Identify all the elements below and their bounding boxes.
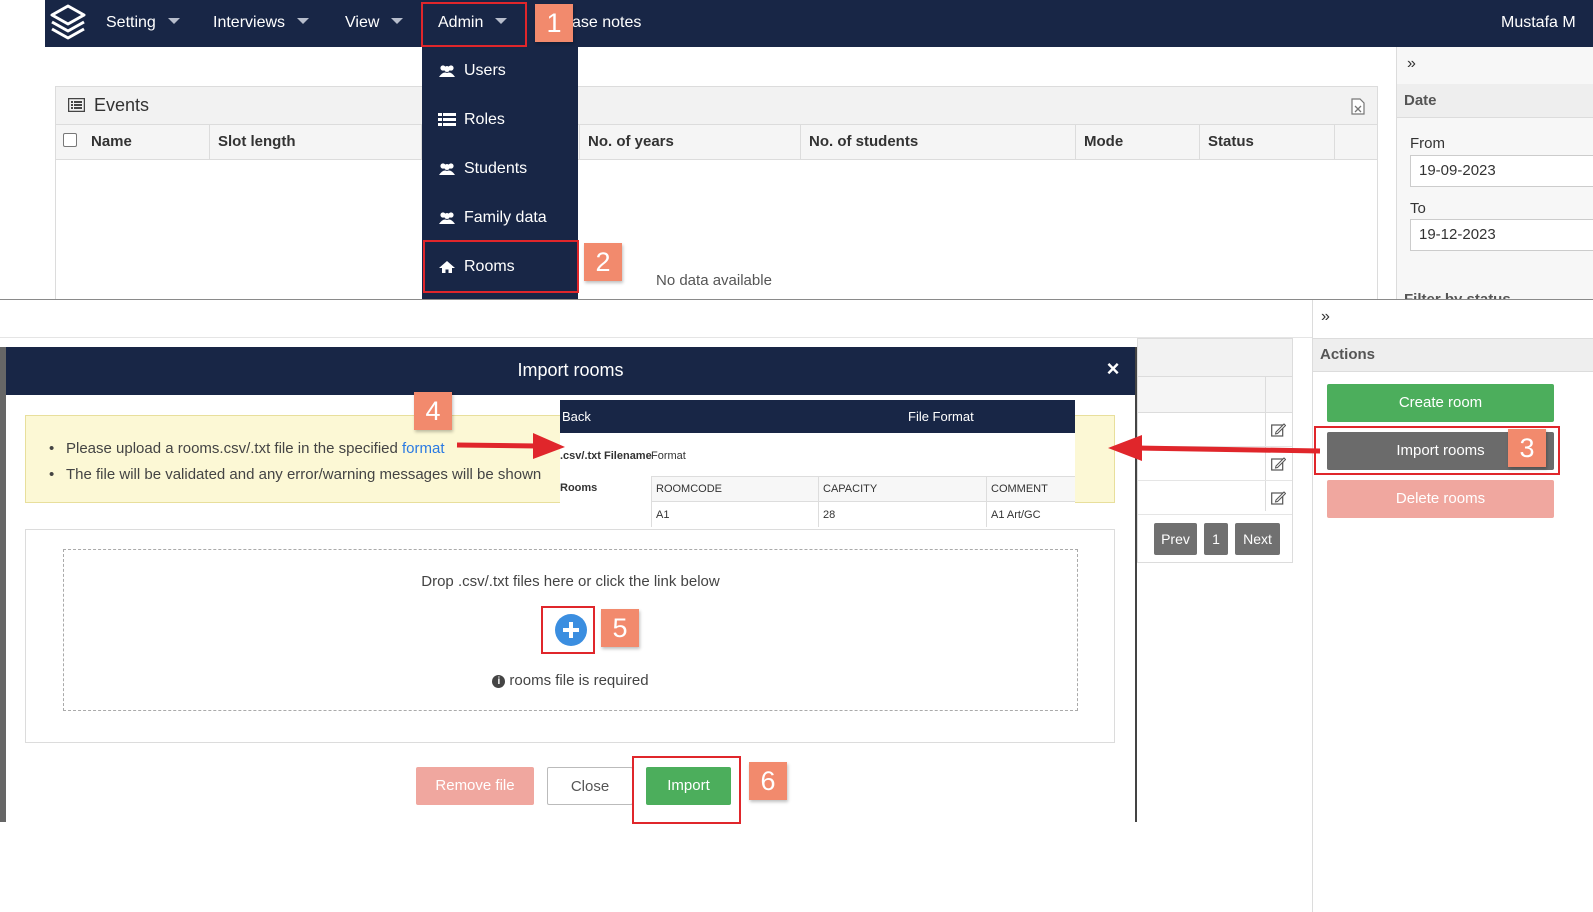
menu-item-users[interactable]: Users <box>422 47 578 95</box>
users-icon <box>439 65 455 77</box>
dropzone-text: Drop .csv/.txt files here or click the l… <box>421 573 720 590</box>
notice-item-validation: The file will be validated and any error… <box>49 466 541 483</box>
menu-item-roles[interactable]: Roles <box>422 96 578 144</box>
delete-rooms-button[interactable]: Delete rooms <box>1327 480 1554 518</box>
format-link[interactable]: format <box>402 440 445 457</box>
highlight-rooms <box>423 240 579 293</box>
modal-title: Import rooms <box>517 360 624 380</box>
users-icon <box>439 212 455 224</box>
highlight-admin <box>421 2 527 47</box>
rooms-label: Rooms <box>560 482 598 494</box>
nav-interviews[interactable]: Interviews <box>213 0 310 47</box>
col-no-of-years[interactable]: No. of years <box>580 125 801 160</box>
to-label: To <box>1410 200 1426 217</box>
events-panel: Events Name Slot length No. of years No.… <box>55 86 1378 300</box>
nav-view[interactable]: View <box>345 0 404 47</box>
modal-header: Import rooms × <box>6 347 1135 395</box>
file-format-header: Back File Format <box>560 400 1075 433</box>
cell-border <box>986 477 987 527</box>
col-slot-length[interactable]: Slot length <box>210 125 422 160</box>
row-divider <box>1138 480 1292 481</box>
background-divider <box>0 337 1312 338</box>
collapse-panel-icon[interactable]: » <box>1407 55 1416 73</box>
empty-message: No data available <box>656 272 772 289</box>
step-badge-6: 6 <box>749 762 787 800</box>
step-badge-1: 1 <box>535 4 573 42</box>
menu-item-students[interactable]: Students <box>422 145 578 193</box>
list-icon <box>68 98 85 112</box>
export-excel-icon[interactable] <box>1351 98 1365 115</box>
step-badge-5: 5 <box>601 609 639 647</box>
step-badge-4: 4 <box>414 392 452 430</box>
arrow-left-annotation <box>1108 435 1321 461</box>
header-comment: COMMENT <box>991 483 1048 495</box>
col-no-of-students[interactable]: No. of students <box>801 125 1076 160</box>
to-date-input[interactable]: 19-12-2023 <box>1410 219 1593 251</box>
date-section-title: Date <box>1404 92 1437 109</box>
file-required-message: i rooms file is required <box>64 672 1077 689</box>
events-header: Events <box>56 87 1377 125</box>
bottom-screen: Prev 1 Next » Actions Create room Import… <box>0 300 1593 912</box>
menu-item-family-data[interactable]: Family data <box>422 194 578 242</box>
row-divider <box>1138 514 1292 515</box>
file-format-title: File Format <box>908 409 974 424</box>
events-table-header: Name Slot length No. of years No. of stu… <box>56 125 1377 160</box>
from-label: From <box>1410 135 1445 152</box>
page-1-button[interactable]: 1 <box>1204 523 1228 555</box>
remove-file-button[interactable]: Remove file <box>416 767 534 805</box>
app-logo[interactable] <box>49 3 87 43</box>
cell-roomcode: A1 <box>656 509 670 521</box>
cell-border <box>818 477 819 527</box>
actions-panel: » Actions Create room Import rooms Delet… <box>1312 300 1593 912</box>
cell-capacity: 28 <box>823 509 836 521</box>
top-screen: Setting Interviews View Admin ase notes … <box>0 0 1593 300</box>
caret-down-icon <box>167 17 180 24</box>
col-mode[interactable]: Mode <box>1076 125 1200 160</box>
format-label: Format <box>651 450 686 462</box>
caret-down-icon <box>297 17 310 24</box>
header-capacity: CAPACITY <box>823 483 878 495</box>
filename-label: .csv/.txt Filename <box>560 450 652 462</box>
caret-down-icon <box>391 17 404 24</box>
header-roomcode: ROOMCODE <box>656 483 722 495</box>
list-icon <box>438 113 456 126</box>
info-icon: i <box>492 675 506 688</box>
events-title: Events <box>94 95 150 115</box>
back-link[interactable]: Back <box>562 409 591 424</box>
arrow-right-annotation <box>456 433 565 459</box>
navbar: Setting Interviews View Admin ase notes … <box>45 0 1593 47</box>
highlight-add-file <box>541 606 595 654</box>
format-table: ROOMCODE CAPACITY COMMENT A1 28 A1 Art/G… <box>651 476 1075 527</box>
nav-release-notes[interactable]: ase notes <box>572 0 641 47</box>
col-status[interactable]: Status <box>1200 125 1335 160</box>
step-badge-2: 2 <box>584 243 622 281</box>
select-all-checkbox[interactable] <box>63 133 77 147</box>
cell-border <box>651 477 652 527</box>
close-icon[interactable]: × <box>1103 358 1123 380</box>
highlight-import-button <box>632 756 741 824</box>
file-format-preview: Back File Format .csv/.txt Filename Form… <box>560 400 1075 529</box>
notice-item-format: Please upload a rooms.csv/.txt file in t… <box>49 440 445 457</box>
close-button[interactable]: Close <box>547 767 633 805</box>
rooms-table-header <box>1138 339 1292 377</box>
prev-page-button[interactable]: Prev <box>1154 523 1197 555</box>
next-page-button[interactable]: Next <box>1235 523 1280 555</box>
col-name[interactable]: Name <box>83 125 210 160</box>
date-filter-panel: » Date From 19-09-2023 To 19-12-2023 Fil… <box>1396 47 1593 300</box>
nav-setting[interactable]: Setting <box>106 0 180 47</box>
edit-icon[interactable] <box>1271 491 1286 505</box>
user-name[interactable]: Mustafa M <box>1501 0 1576 47</box>
collapse-panel-icon[interactable]: » <box>1321 308 1330 326</box>
step-badge-3: 3 <box>1508 429 1546 467</box>
cell-comment: A1 Art/GC <box>991 509 1041 521</box>
rooms-table-column-header <box>1138 377 1292 413</box>
create-room-button[interactable]: Create room <box>1327 384 1554 422</box>
from-date-input[interactable]: 19-09-2023 <box>1410 155 1593 187</box>
actions-title: Actions <box>1320 346 1376 363</box>
users-icon <box>439 163 455 175</box>
